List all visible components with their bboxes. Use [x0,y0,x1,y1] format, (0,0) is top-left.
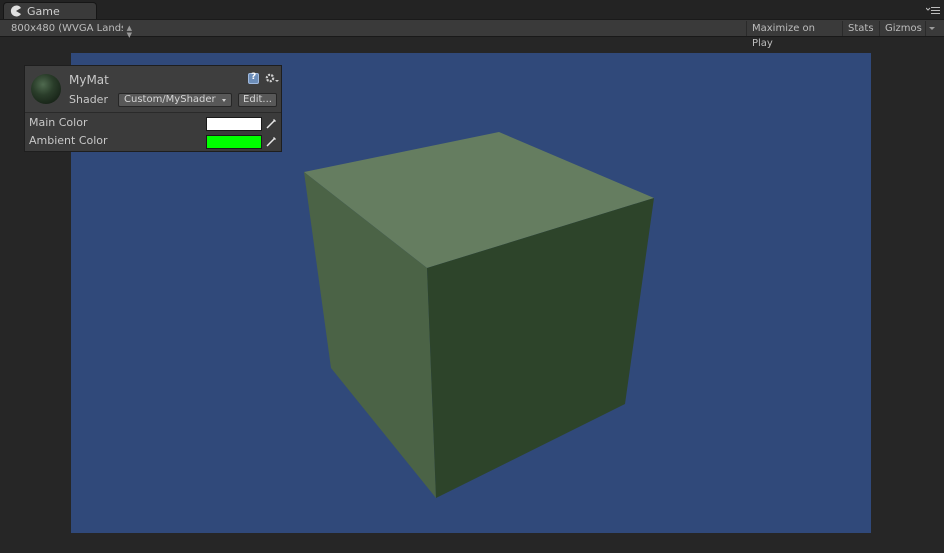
panel-menu-icon[interactable] [926,6,940,16]
property-label: Main Color [29,116,88,129]
edit-shader-button[interactable]: Edit... [238,93,277,107]
game-toolbar: 800x480 (WVGA Landscape) ▲▼ Maximize on … [0,19,944,49]
material-sphere-preview [31,74,61,104]
resolution-dropdown[interactable]: 800x480 (WVGA Landscape) ▲▼ [6,21,135,39]
material-preview-panel: MyMat Shader Custom/MyShader Edit... Mai… [24,65,282,152]
maximize-on-play-button[interactable]: Maximize on Play [746,21,842,49]
pacman-icon [10,5,21,17]
shader-value: Custom/MyShader [124,94,216,105]
gizmos-button[interactable]: Gizmos [879,21,925,36]
property-label: Ambient Color [29,134,108,147]
help-icon[interactable] [248,72,259,84]
shader-dropdown[interactable]: Custom/MyShader [118,93,232,107]
gear-icon[interactable] [264,72,279,85]
eyedropper-icon[interactable] [265,117,278,130]
material-name: MyMat [69,73,109,87]
material-header: MyMat Shader Custom/MyShader Edit... [25,66,281,113]
shader-label: Shader [69,93,108,106]
updown-arrows-icon: ▲ ▼ [126,24,132,39]
resolution-label: 800x480 (WVGA Landscape) [11,23,123,34]
tab-game[interactable]: Game [3,2,97,19]
eyedropper-icon[interactable] [265,135,278,148]
main-color-swatch[interactable] [206,117,262,131]
gizmos-dropdown-arrow[interactable] [925,21,939,36]
property-row-main-color: Main Color [25,114,281,132]
ambient-color-swatch[interactable] [206,135,262,149]
tab-bar: Game [0,0,944,19]
tab-game-label: Game [27,5,60,18]
chevron-down-icon [222,99,226,102]
property-row-ambient-color: Ambient Color [25,132,281,150]
chevron-down-icon [929,27,935,30]
stats-button[interactable]: Stats [842,21,879,36]
